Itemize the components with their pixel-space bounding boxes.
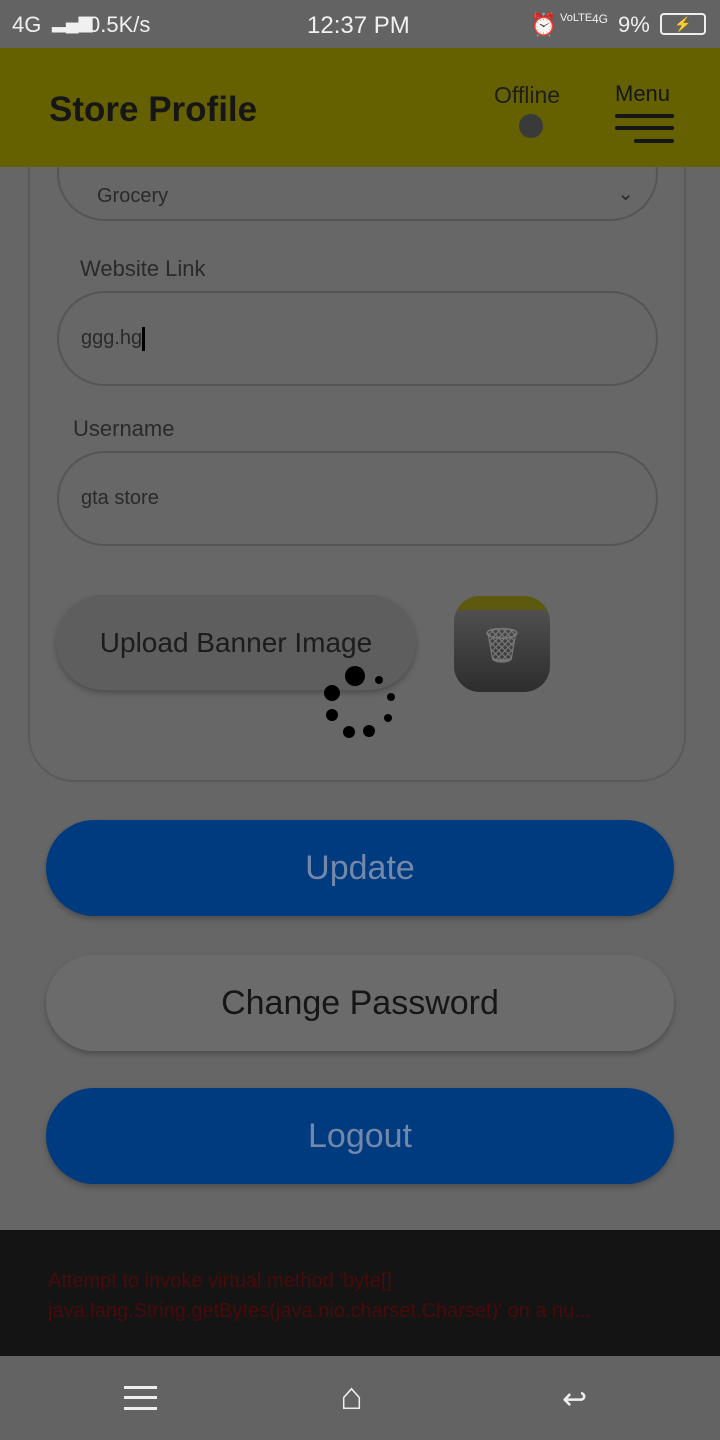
online-status-text: Offline bbox=[494, 82, 561, 108]
banner-image-thumbnail[interactable]: 🗑 bbox=[454, 596, 550, 692]
menu-bar bbox=[615, 114, 674, 118]
signal-icon: ▂▄▆ bbox=[52, 12, 93, 32]
trash-icon: 🗑 bbox=[480, 627, 524, 665]
header-cover: Store Profile Offline Menu bbox=[0, 48, 720, 167]
username-label: Username bbox=[73, 416, 175, 441]
status-dot-indicator bbox=[519, 114, 543, 138]
network-indicator: 4G bbox=[12, 12, 42, 37]
volte-indicator: VoLTE bbox=[560, 12, 593, 24]
username-input[interactable]: gta store bbox=[57, 451, 658, 546]
chevron-down-icon: ⌄ bbox=[617, 183, 634, 205]
recent-apps-icon[interactable] bbox=[124, 1386, 157, 1410]
change-password-button[interactable]: Change Password bbox=[46, 955, 674, 1051]
update-button[interactable]: Update bbox=[46, 820, 674, 916]
back-icon[interactable]: ↩ bbox=[562, 1382, 587, 1417]
text-cursor bbox=[142, 326, 146, 351]
page-title-text: Store Profile bbox=[49, 90, 258, 129]
menu-button[interactable]: Menu bbox=[615, 81, 670, 107]
website-label: Website Link bbox=[80, 256, 206, 281]
username-value: gta store bbox=[81, 487, 159, 509]
system-nav-bar: ⌂ ↩ bbox=[0, 1356, 720, 1440]
logout-button[interactable]: Logout bbox=[46, 1088, 674, 1184]
alarm-icon: ⏰ bbox=[530, 12, 558, 37]
data-indicator: 4G bbox=[592, 12, 609, 26]
website-value: ggg.hg bbox=[81, 327, 143, 349]
network-speed: 0.5K/s bbox=[88, 12, 151, 37]
clock: 12:37 PM bbox=[307, 12, 410, 39]
menu-bar bbox=[634, 139, 674, 143]
home-icon[interactable]: ⌂ bbox=[340, 1378, 363, 1416]
battery-percent: 9% bbox=[618, 12, 650, 37]
error-toast: Attempt to invoke virtual method 'byte[]… bbox=[0, 1230, 720, 1356]
menu-bar bbox=[615, 126, 674, 130]
battery-charging-icon: ⚡ bbox=[660, 13, 706, 35]
status-bar: 4G ▂▄▆ 0.5K/s 12:37 PM ⏰ VoLTE 4G 9% ⚡ bbox=[0, 0, 720, 48]
website-input[interactable]: ggg.hg bbox=[57, 291, 658, 386]
